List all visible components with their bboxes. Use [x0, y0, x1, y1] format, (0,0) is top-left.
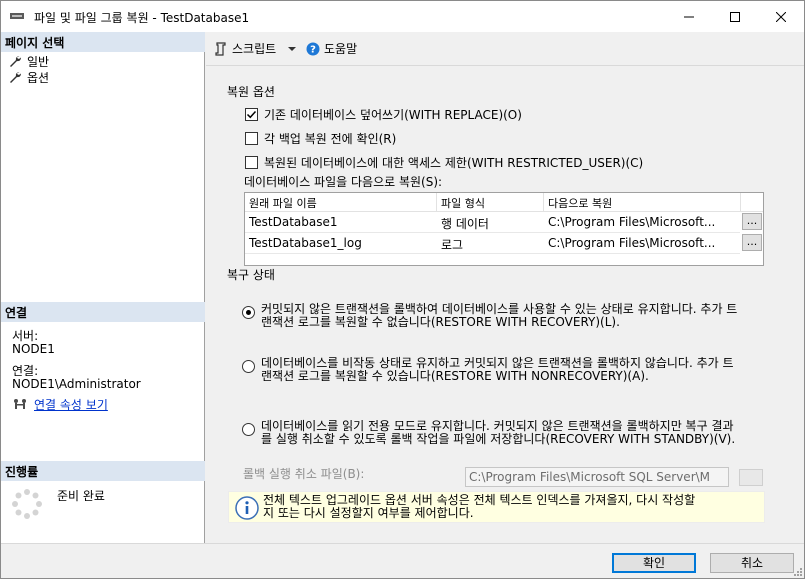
wrench-icon [10, 72, 21, 83]
progress-spinner-icon [12, 489, 42, 519]
standby-label: 데이터베이스를 읽기 전용 모드로 유지합니다. 커밋되지 않은 트랜잭션을 롤… [261, 420, 735, 446]
help-icon: ? [306, 42, 320, 55]
table-cell-restore-as[interactable]: C:\Program Files\Microsoft... [544, 233, 740, 254]
with-recovery-line2: 랜잭션 로그를 복원할 수 없습니다(RESTORE WITH RECOVERY… [261, 315, 620, 329]
minimize-button[interactable] [666, 1, 712, 32]
standby-line2: 를 실행 취소할 수 있도록 롤백 작업을 파일에 저장합니다(RECOVERY… [261, 432, 736, 446]
no-recovery-label: 데이터베이스를 비작동 상태로 유지하고 커밋되지 않은 트랜잭션을 롤백하지 … [261, 357, 734, 383]
restricted-user-checkbox[interactable] [245, 156, 258, 169]
table-cell-type[interactable]: 행 데이터 [437, 212, 544, 233]
options-content: 복원 옵션 기존 데이터베이스 덮어쓰기(WITH REPLACE)(O) 각 … [206, 67, 804, 543]
script-icon [215, 41, 226, 56]
maximize-button[interactable] [712, 1, 758, 32]
with-replace-option[interactable]: 기존 데이터베이스 덮어쓰기(WITH REPLACE)(O) [245, 106, 522, 123]
svg-text:?: ? [310, 44, 316, 55]
table-cell-original[interactable]: TestDatabase1_log [245, 233, 437, 254]
prompt-before-restore-option[interactable]: 각 백업 복원 전에 확인(R) [245, 130, 396, 147]
database-app-icon [10, 13, 24, 19]
column-header-type[interactable]: 파일 형식 [437, 193, 544, 212]
page-select-header: 페이지 선택 [1, 32, 205, 52]
title-bar[interactable]: 파일 및 파일 그룹 복원 - TestDatabase1 [1, 1, 804, 32]
cancel-button[interactable]: 취소 [710, 553, 794, 573]
with-replace-checkbox[interactable] [245, 108, 258, 121]
prompt-before-restore-label: 각 백업 복원 전에 확인(R) [264, 132, 397, 146]
info-text: 전체 텍스트 업그레이드 옵션 서버 속성은 전체 텍스트 인덱스를 가져올지,… [263, 494, 763, 520]
page-item-options[interactable]: 옵션 [9, 69, 49, 85]
recovery-option-with-recovery[interactable]: 커밋되지 않은 트랜잭션을 롤백하여 데이터베이스를 사용할 수 있는 상태로 … [242, 303, 772, 329]
no-recovery-line2: 랜잭션 로그를 복원할 수 있습니다(RESTORE WITH NONRECOV… [261, 369, 649, 383]
info-icon [235, 496, 259, 520]
recovery-option-standby[interactable]: 데이터베이스를 읽기 전용 모드로 유지합니다. 커밋되지 않은 트랜잭션을 롤… [242, 420, 772, 446]
browse-restore-path-button[interactable]: ... [742, 213, 762, 230]
browse-restore-path-button[interactable]: ... [742, 234, 762, 251]
maximize-icon [730, 11, 740, 22]
with-recovery-radio[interactable] [242, 306, 255, 319]
restricted-user-label: 복원된 데이터베이스에 대한 액세스 제한(WITH RESTRICTED_US… [264, 156, 644, 170]
browse-rollback-file-button[interactable] [739, 469, 763, 486]
table-cell-type[interactable]: 로그 [437, 233, 544, 254]
wrench-icon [10, 56, 21, 67]
checkmark-icon [246, 110, 257, 119]
with-replace-label: 기존 데이터베이스 덮어쓰기(WITH REPLACE)(O) [264, 108, 522, 122]
prompt-before-restore-checkbox[interactable] [245, 132, 258, 145]
recovery-option-no-recovery[interactable]: 데이터베이스를 비작동 상태로 유지하고 커밋되지 않은 트랜잭션을 롤백하지 … [242, 357, 772, 383]
column-header-browse [741, 193, 763, 212]
resize-grip-icon[interactable] [792, 566, 802, 576]
page-item-general[interactable]: 일반 [9, 53, 49, 69]
progress-status: 준비 완료 [57, 489, 105, 503]
close-button[interactable] [758, 1, 804, 32]
script-button[interactable]: 스크립트 [214, 40, 298, 57]
info-message: 전체 텍스트 업그레이드 옵션 서버 속성은 전체 텍스트 인덱스를 가져올지,… [228, 491, 765, 523]
window-title: 파일 및 파일 그룹 복원 - TestDatabase1 [34, 11, 250, 25]
page-item-label: 일반 [27, 54, 50, 69]
with-recovery-label: 커밋되지 않은 트랜잭션을 롤백하여 데이터베이스를 사용할 수 있는 상태로 … [261, 303, 737, 329]
chevron-down-icon[interactable] [286, 44, 298, 54]
close-icon [776, 11, 786, 22]
column-header-restore-as[interactable]: 다음으로 복원 [544, 193, 741, 212]
standby-radio[interactable] [242, 423, 255, 436]
connection-header: 연결 [1, 302, 205, 322]
help-button[interactable]: ? 도움말 [306, 40, 357, 57]
left-pane: 페이지 선택 일반 옵션 연결 서버: NODE1 연결: NODE1\Admi… [1, 32, 205, 543]
rollback-file-label: 롤백 실행 취소 파일(B): [243, 467, 365, 481]
restore-files-as-label: 데이터베이스 파일을 다음으로 복원(S): [244, 175, 443, 189]
restore-options-title: 복원 옵션 [227, 85, 275, 99]
connection-value: NODE1\Administrator [12, 377, 141, 391]
ok-button[interactable]: 확인 [612, 553, 696, 573]
recovery-state-title: 복구 상태 [227, 268, 275, 282]
server-value: NODE1 [12, 342, 55, 356]
connection-properties-icon [14, 399, 26, 409]
table-cell-restore-as[interactable]: C:\Program Files\Microsoft... [544, 212, 740, 233]
no-recovery-radio[interactable] [242, 360, 255, 373]
help-label: 도움말 [324, 42, 358, 56]
table-cell-original[interactable]: TestDatabase1 [245, 212, 437, 233]
rollback-file-input[interactable]: C:\Program Files\Microsoft SQL Server\M [465, 467, 729, 487]
minimize-icon [684, 16, 694, 17]
view-connection-properties-link[interactable]: 연결 속성 보기 [34, 396, 108, 413]
view-connection-properties[interactable]: 연결 속성 보기 [12, 396, 108, 412]
database-files-table: 원래 파일 이름 파일 형식 다음으로 복원 TestDatabase1 행 데… [244, 192, 764, 266]
dialog-button-bar: 확인 취소 [1, 543, 804, 578]
radio-selected-dot [246, 310, 251, 315]
script-label: 스크립트 [232, 42, 277, 56]
column-header-original[interactable]: 원래 파일 이름 [245, 193, 437, 212]
restricted-user-option[interactable]: 복원된 데이터베이스에 대한 액세스 제한(WITH RESTRICTED_US… [245, 154, 643, 171]
progress-header: 진행률 [1, 461, 205, 481]
info-line2: 지 또는 다시 설정할지 여부를 제어합니다. [263, 506, 474, 520]
toolbar: 스크립트 ? 도움말 [206, 32, 804, 66]
restore-files-dialog: 파일 및 파일 그룹 복원 - TestDatabase1 페이지 선택 일반 … [0, 0, 805, 579]
page-item-label: 옵션 [27, 70, 50, 85]
